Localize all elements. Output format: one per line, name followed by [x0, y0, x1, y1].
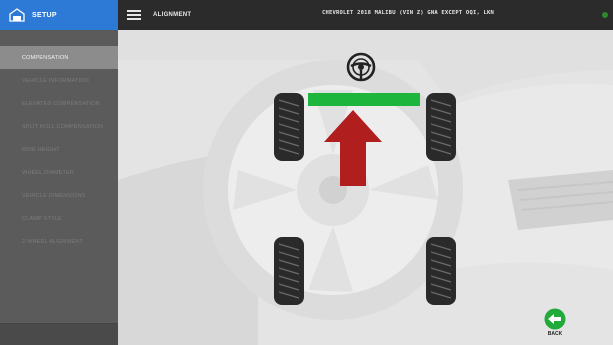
status-indicator	[602, 12, 608, 18]
alignment-app: SETUP COMPENSATION VEHICLE INFORMATION ELE…	[0, 0, 613, 345]
sidebar-item-clamp-style[interactable]: CLAMP STYLE	[0, 207, 118, 230]
sidebar-footer	[0, 323, 118, 345]
setup-label: SETUP	[32, 11, 57, 19]
sidebar-item-elevated-compensation[interactable]: ELEVATED COMPENSATION	[0, 92, 118, 115]
top-bar: ALIGNMENT CHEVROLET 2018 MALIBU (VIN Z) …	[118, 0, 613, 30]
alignment-diagram: BACK	[118, 30, 613, 345]
sidebar-item-ride-height[interactable]: RIDE HEIGHT	[0, 138, 118, 161]
sidebar: SETUP COMPENSATION VEHICLE INFORMATION ELE…	[0, 0, 118, 345]
sidebar-menu: COMPENSATION VEHICLE INFORMATION ELEVATED …	[0, 46, 118, 253]
setup-header[interactable]: SETUP	[0, 0, 118, 30]
rear-left-tire-icon	[274, 237, 304, 305]
vehicle-info: CHEVROLET 2018 MALIBU (VIN Z) GNA EXCEPT…	[321, 10, 495, 16]
sidebar-item-vehicle-information[interactable]: VEHICLE INFORMATION	[0, 69, 118, 92]
front-left-tire-icon	[274, 93, 304, 161]
sidebar-item-vehicle-dimensions[interactable]: VEHICLE DIMENSIONS	[0, 184, 118, 207]
back-label: BACK	[547, 331, 563, 337]
front-right-tire-icon	[426, 93, 456, 161]
hamburger-icon[interactable]	[127, 10, 141, 20]
forward-arrow-icon	[324, 110, 382, 186]
sidebar-item-split-roll-compensation[interactable]: SPLIT ROLL COMPENSATION	[0, 115, 118, 138]
sidebar-item-wheel-diameter[interactable]: WHEEL DIAMETER	[0, 161, 118, 184]
steering-wheel-icon	[346, 52, 376, 82]
sidebar-item-2-wheel-alignment[interactable]: 2-WHEEL ALIGNMENT	[0, 230, 118, 253]
sidebar-item-compensation[interactable]: COMPENSATION	[0, 46, 118, 69]
front-axle-bar	[308, 93, 420, 106]
back-button[interactable]	[544, 308, 566, 330]
page-title: ALIGNMENT	[153, 12, 192, 18]
garage-icon	[8, 6, 26, 24]
rear-right-tire-icon	[426, 237, 456, 305]
main-panel: BACK	[118, 30, 613, 345]
